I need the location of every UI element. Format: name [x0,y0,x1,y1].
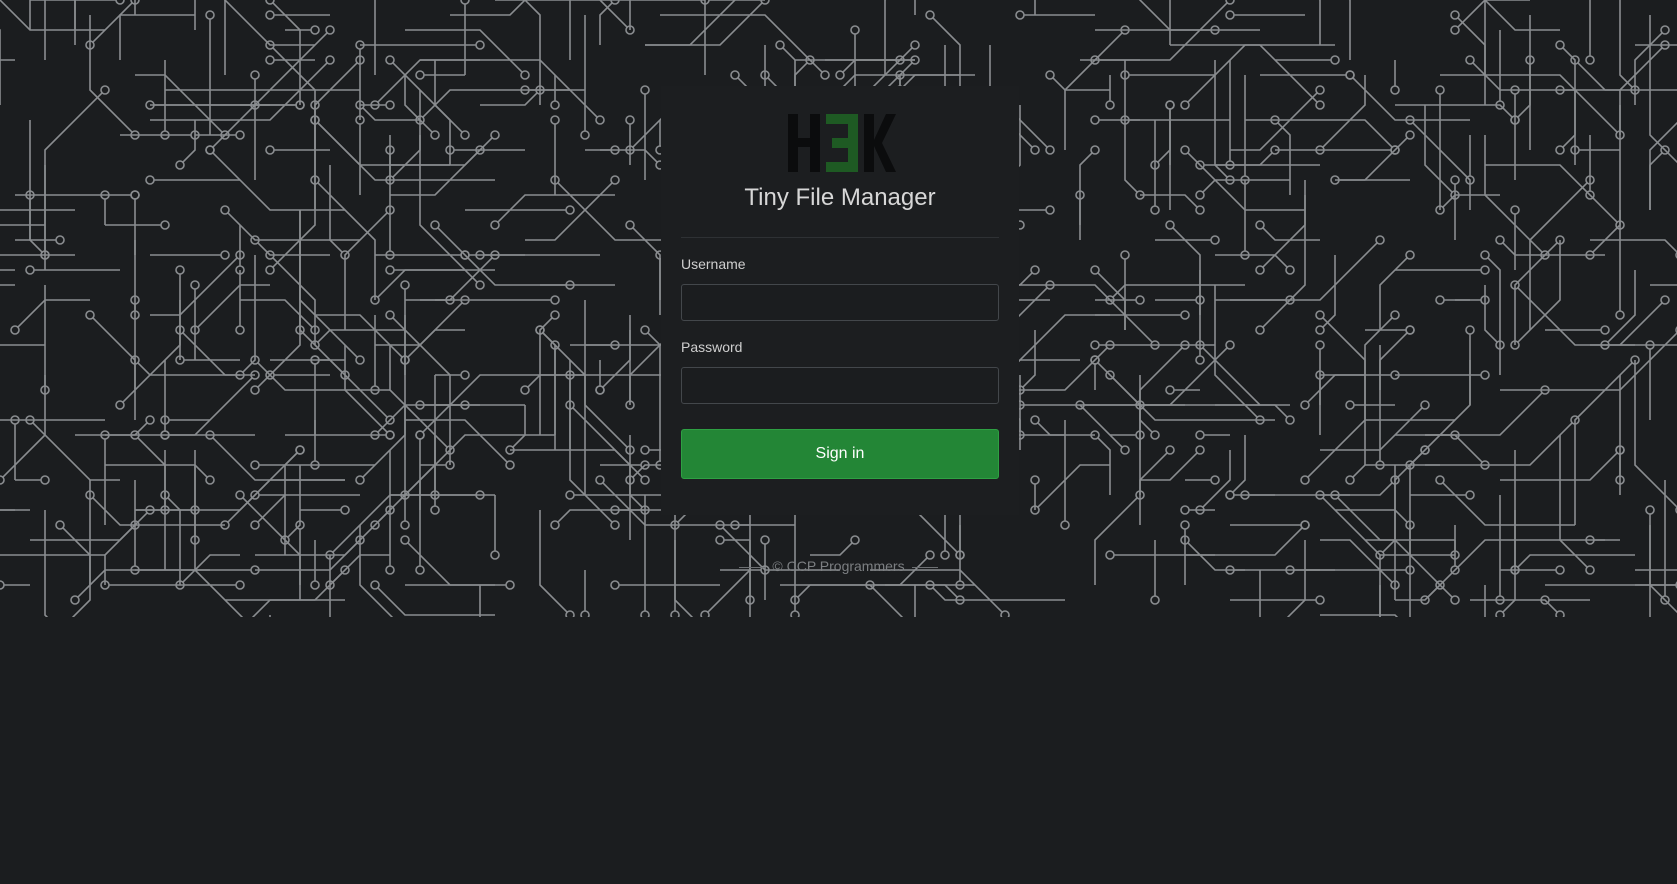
footer-dash-right [912,566,939,568]
h3k-logo-icon [788,114,896,172]
footer: © CCP Programmers [0,558,1677,574]
page-bottom-area [0,617,1677,884]
sign-in-button[interactable]: Sign in [681,429,999,479]
footer-dash-left [738,566,765,568]
footer-copyright: © CCP Programmers [772,558,905,574]
login-card: Tiny File Manager Username Password Sign… [661,86,1019,515]
app-title: Tiny File Manager [744,184,936,211]
username-input[interactable] [681,284,999,321]
header-divider [681,237,999,238]
password-label: Password [681,339,743,355]
password-input[interactable] [681,367,999,404]
username-label: Username [681,256,746,272]
